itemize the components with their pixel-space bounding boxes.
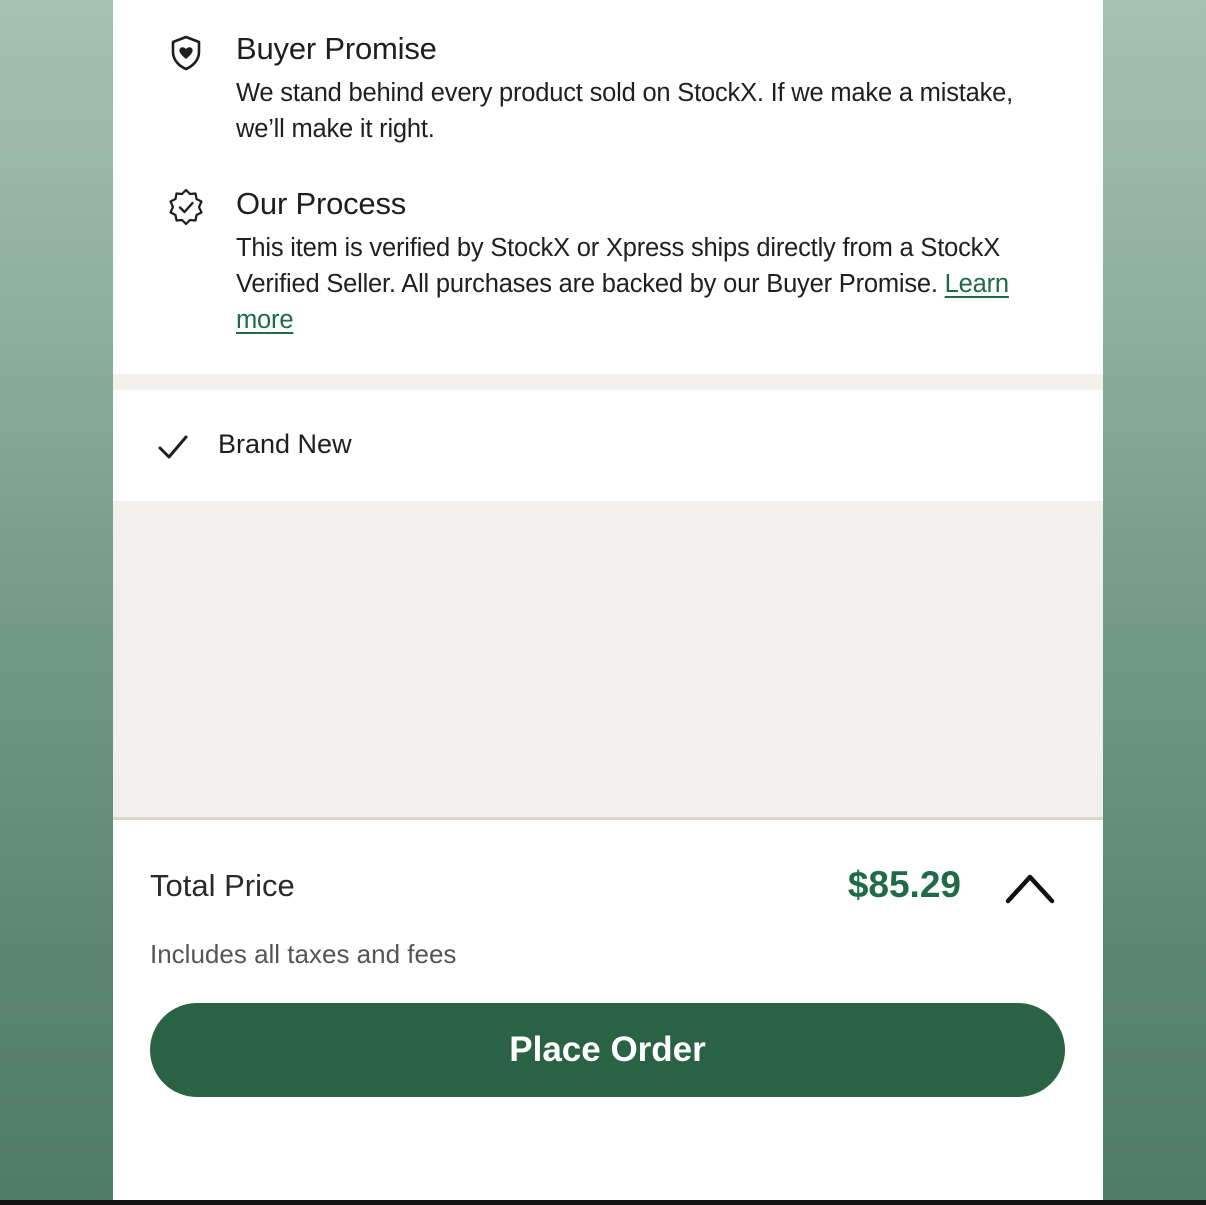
checkout-panel: Buyer Promise We stand behind every prod… <box>113 0 1103 1200</box>
condition-label: Brand New <box>218 429 352 459</box>
verified-badge-icon <box>169 188 203 226</box>
chevron-up-icon[interactable] <box>1003 868 1057 906</box>
total-price-label: Total Price <box>150 868 295 903</box>
shield-heart-icon <box>171 35 201 71</box>
screen-bottom-edge <box>0 1200 1206 1205</box>
fees-note: Includes all taxes and fees <box>150 939 457 969</box>
condition-row: Brand New <box>113 391 1103 501</box>
our-process-text: This item is verified by StockX or Xpres… <box>236 230 1036 338</box>
place-order-button[interactable]: Place Order <box>150 1003 1065 1097</box>
our-process-title: Our Process <box>236 186 407 221</box>
total-price-value: $85.29 <box>847 864 961 905</box>
our-process-body: This item is verified by StockX or Xpres… <box>236 234 1000 298</box>
checkmark-icon <box>158 435 188 459</box>
footer-divider <box>113 817 1103 820</box>
empty-gray-area <box>113 501 1103 817</box>
buyer-promise-text: We stand behind every product sold on St… <box>236 79 1014 143</box>
buyer-promise-title: Buyer Promise <box>236 31 437 66</box>
section-separator <box>113 374 1103 390</box>
